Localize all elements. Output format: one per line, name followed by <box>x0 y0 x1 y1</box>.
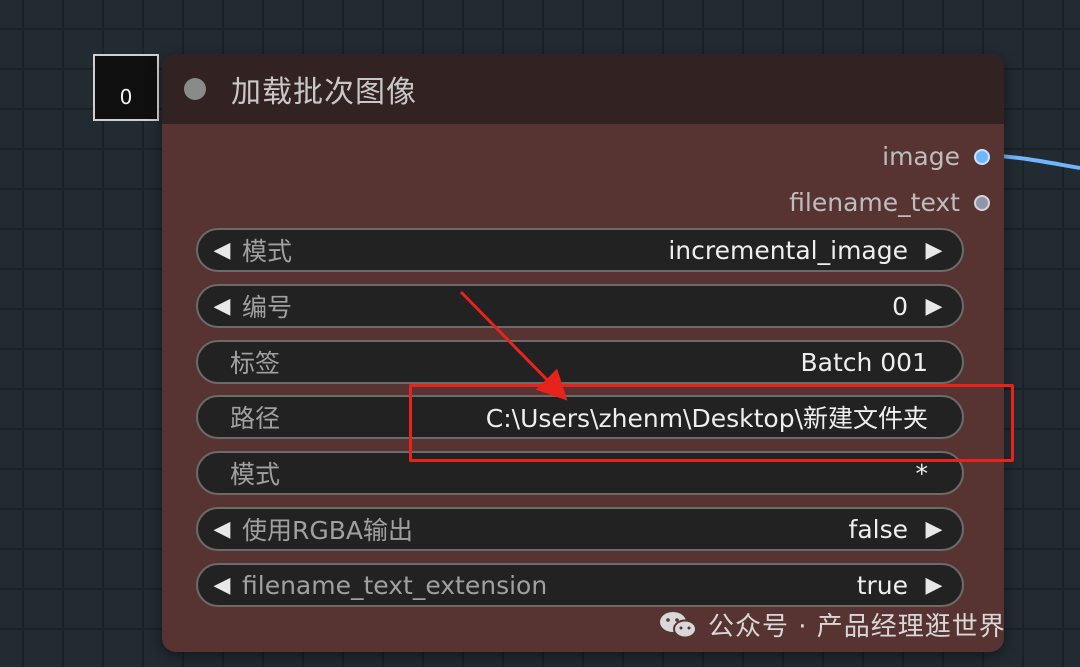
decrement-arrow-icon[interactable]: ◀ <box>202 573 242 598</box>
decrement-arrow-icon[interactable]: ◀ <box>202 517 242 542</box>
widget-rgba-output-combo[interactable]: ◀ 使用RGBA输出 false ▶ <box>196 507 964 551</box>
output-label-image: image <box>882 142 960 171</box>
watermark: 公众号 · 产品经理逛世界 <box>658 606 1006 643</box>
increment-arrow-icon[interactable]: ▶ <box>914 294 954 319</box>
output-port-filename-text-icon[interactable] <box>974 194 990 211</box>
output-slot-filename-text[interactable]: filename_text <box>789 188 990 217</box>
widget-value: true <box>856 570 908 600</box>
load-batch-images-node[interactable]: 加载批次图像 image filename_text ◀ 模式 incremen… <box>162 54 1004 652</box>
widget-label: 使用RGBA输出 <box>242 516 413 545</box>
widget-value: false <box>848 514 908 544</box>
widget-value: Batch 001 <box>800 347 928 377</box>
node-id-badge: 0 <box>93 54 159 121</box>
node-header[interactable]: 加载批次图像 <box>162 54 1004 124</box>
path-highlight-box <box>409 384 1014 462</box>
widget-label: filename_text_extension <box>242 570 548 600</box>
node-id-text: 0 <box>119 85 133 109</box>
widget-value: * <box>915 458 929 488</box>
widget-label: 模式 <box>230 460 281 489</box>
widget-label: 编号 <box>242 293 293 322</box>
decrement-arrow-icon[interactable]: ◀ <box>202 294 242 319</box>
widget-filename-extension-combo[interactable]: ◀ filename_text_extension true ▶ <box>196 563 964 607</box>
output-label-filename-text: filename_text <box>789 188 960 217</box>
increment-arrow-icon[interactable]: ▶ <box>914 238 954 263</box>
widget-label: 路径 <box>230 404 281 433</box>
decrement-arrow-icon[interactable]: ◀ <box>202 238 242 263</box>
output-port-image-icon[interactable] <box>974 148 990 165</box>
collapse-toggle-icon[interactable] <box>184 78 206 100</box>
widget-index-number[interactable]: ◀ 编号 0 ▶ <box>196 284 964 328</box>
increment-arrow-icon[interactable]: ▶ <box>914 573 954 598</box>
widget-mode-combo[interactable]: ◀ 模式 incremental_image ▶ <box>196 228 964 272</box>
wechat-icon <box>660 611 697 638</box>
widget-label-text[interactable]: 标签 Batch 001 <box>196 340 964 384</box>
increment-arrow-icon[interactable]: ▶ <box>914 517 954 542</box>
widget-value: 0 <box>892 291 908 321</box>
widget-value: incremental_image <box>668 235 908 265</box>
node-title: 加载批次图像 <box>231 75 417 110</box>
widget-label: 标签 <box>230 349 281 378</box>
watermark-text: 公众号 · 产品经理逛世界 <box>708 612 1006 642</box>
widget-label: 模式 <box>242 237 293 266</box>
output-slot-image[interactable]: image <box>882 142 990 171</box>
